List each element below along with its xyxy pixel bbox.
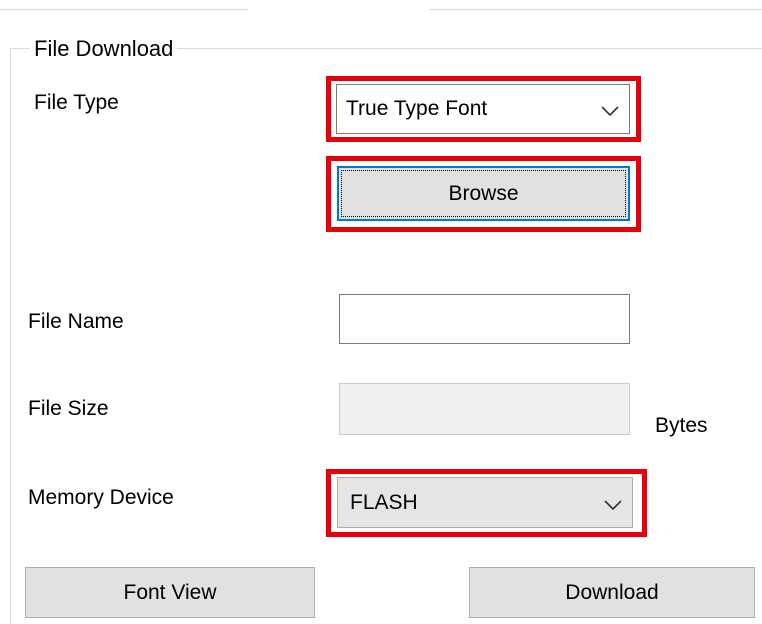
file-name-label: File Name: [28, 310, 124, 333]
file-size-field: [339, 383, 630, 435]
top-divider-right: [430, 9, 762, 10]
file-type-selected-value: True Type Font: [346, 97, 488, 120]
file-size-label: File Size: [28, 397, 109, 420]
download-button[interactable]: Download: [469, 567, 755, 618]
memory-device-label: Memory Device: [28, 486, 174, 509]
file-download-panel: File Download File Type True Type Font B…: [0, 0, 762, 624]
file-name-input[interactable]: [339, 294, 630, 344]
memory-device-combobox[interactable]: FLASH: [337, 477, 633, 528]
download-label: Download: [565, 580, 659, 604]
chevron-down-icon: [604, 499, 622, 510]
font-view-label: Font View: [123, 580, 217, 604]
memory-device-selected-value: FLASH: [350, 490, 418, 514]
file-type-label: File Type: [34, 91, 119, 114]
group-title: File Download: [30, 36, 178, 62]
file-type-combobox[interactable]: True Type Font: [336, 84, 630, 134]
font-view-button[interactable]: Font View: [25, 567, 315, 618]
top-divider-left: [0, 9, 248, 10]
browse-button[interactable]: Browse: [337, 166, 630, 221]
file-size-unit: Bytes: [655, 414, 708, 437]
browse-label: Browse: [448, 181, 519, 205]
chevron-down-icon: [601, 106, 619, 116]
